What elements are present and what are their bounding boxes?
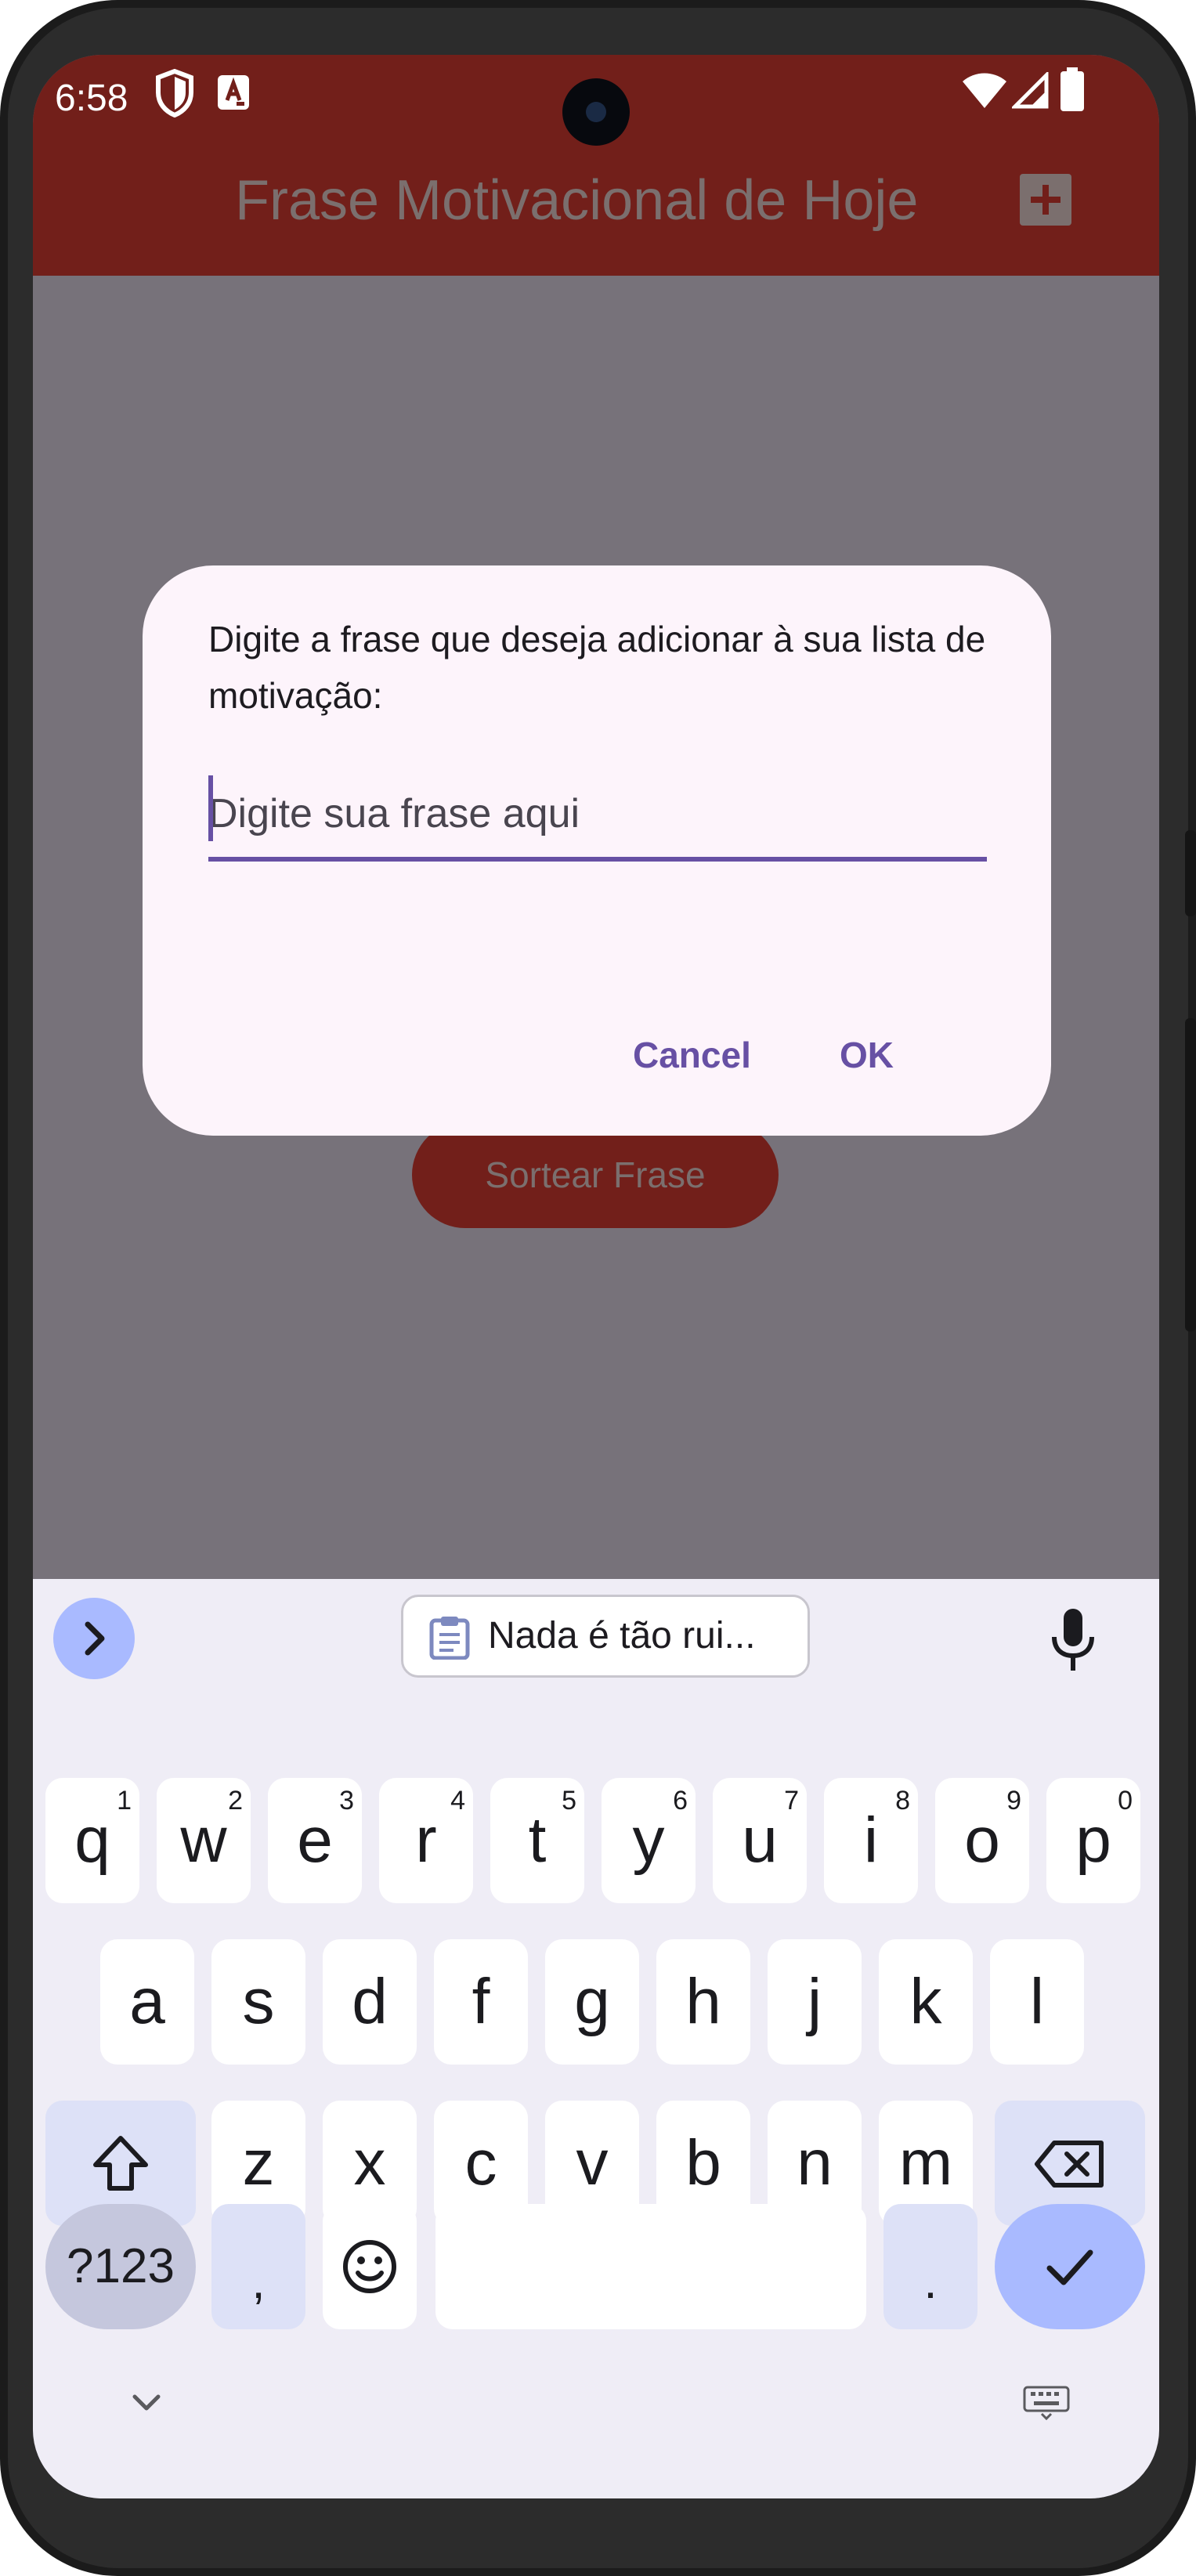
key-y[interactable]: y6 [602,1778,696,1903]
front-camera [562,78,630,146]
shield-icon [156,69,193,117]
key-t[interactable]: t5 [490,1778,584,1903]
comma-key[interactable]: , [211,2204,305,2329]
key-hint: 8 [895,1786,910,1815]
key-u[interactable]: u7 [713,1778,807,1903]
key-q[interactable]: q1 [45,1778,139,1903]
clipboard-suggestion-text: Nada é tão rui... [488,1615,756,1657]
key-o[interactable]: o9 [935,1778,1029,1903]
key-hint: 1 [117,1786,132,1815]
key-r[interactable]: r4 [379,1778,473,1903]
keyboard-a-icon [218,75,249,110]
key-hint: 9 [1006,1786,1021,1815]
backspace-icon [1035,2141,1104,2188]
ok-button[interactable]: OK [840,1020,894,1090]
key-hint: 2 [228,1786,243,1815]
phone-side-button [1185,830,1196,916]
enter-key[interactable] [995,2204,1145,2329]
app-title: Frase Motivacional de Hoje [235,169,919,232]
key-label: h [685,1966,721,2037]
microphone-icon[interactable] [1042,1606,1104,1676]
key-label: d [352,1966,388,2037]
key-label: g [574,1966,610,2037]
phone-screen: 6:58 Frase Motivacional de Hoje Sortear … [33,55,1159,2498]
status-time: 6:58 [55,78,128,119]
soft-keyboard: Nada é tão rui... q1 w2 e3 r4 t5 y6 u7 i… [33,1579,1159,2498]
key-label: s [242,1966,275,2037]
key-f[interactable]: f [434,1939,528,2065]
chevron-right-icon [85,1621,105,1656]
key-p[interactable]: p0 [1046,1778,1140,1903]
key-label: k [909,1966,942,2037]
wifi-icon [963,73,1006,108]
battery-icon [1061,67,1084,111]
key-l[interactable]: l [990,1939,1084,2065]
key-label: , [251,2255,266,2309]
clipboard-suggestion-chip[interactable]: Nada é tão rui... [401,1595,810,1678]
key-h[interactable]: h [656,1939,750,2065]
add-box-icon[interactable] [1020,174,1071,226]
key-label: l [1029,1966,1045,2037]
add-phrase-dialog: Digite a frase que deseja adicionar à su… [143,565,1051,1136]
phone-volume-button [1185,1018,1196,1331]
emoji-icon [343,2240,396,2293]
key-d[interactable]: d [323,1939,417,2065]
cancel-button[interactable]: Cancel [633,1020,751,1090]
key-label: . [923,2255,938,2309]
phrase-input[interactable] [208,771,987,857]
key-hint: 3 [339,1786,354,1815]
draw-phrase-button[interactable]: Sortear Frase [412,1122,779,1228]
emoji-key[interactable] [323,2204,417,2329]
key-hint: 4 [450,1786,465,1815]
key-a[interactable]: a [100,1939,194,2065]
period-key[interactable]: . [883,2204,977,2329]
hide-keyboard-icon[interactable] [127,2389,166,2417]
key-label: j [807,1966,822,2037]
key-label: f [472,1966,490,2037]
key-hint: 6 [673,1786,688,1815]
key-hint: 7 [784,1786,799,1815]
key-e[interactable]: e3 [268,1778,362,1903]
space-key[interactable] [435,2204,866,2329]
key-label: a [129,1966,165,2037]
app-bar: 6:58 Frase Motivacional de Hoje [33,55,1159,276]
keyboard-switch-icon[interactable] [1021,2383,1071,2422]
symbols-key[interactable]: ?123 [45,2204,196,2329]
signal-icon [1012,72,1049,109]
clipboard-icon [429,1617,470,1660]
shift-icon [93,2136,148,2191]
key-hint: 0 [1118,1786,1133,1815]
key-k[interactable]: k [879,1939,973,2065]
key-i[interactable]: i8 [824,1778,918,1903]
dialog-message: Digite a frase que deseja adicionar à su… [208,619,986,716]
keyboard-expand-button[interactable] [53,1598,135,1679]
key-g[interactable]: g [545,1939,639,2065]
text-caret [208,775,213,841]
phrase-input-container [208,771,987,862]
key-w[interactable]: w2 [157,1778,251,1903]
key-hint: 5 [562,1786,576,1815]
key-s[interactable]: s [211,1939,305,2065]
checkmark-icon [1046,2249,1093,2285]
key-j[interactable]: j [768,1939,862,2065]
